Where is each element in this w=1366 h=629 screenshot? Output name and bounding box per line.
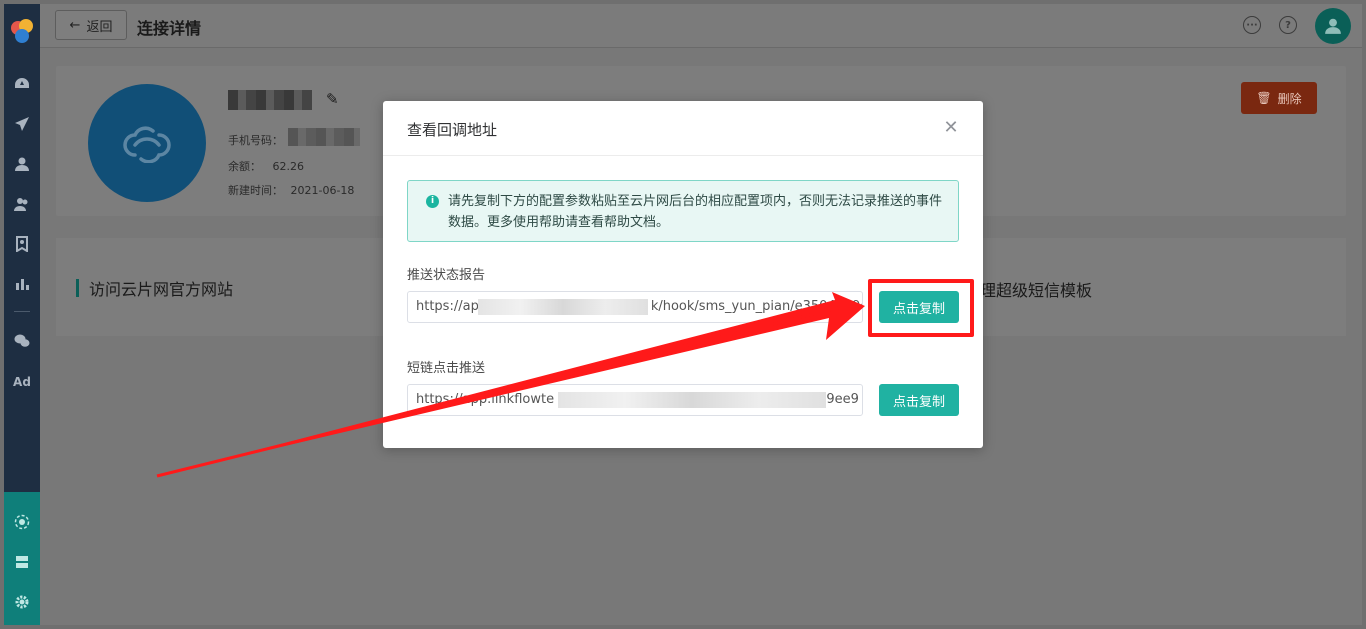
- manage-template-link[interactable]: 理超级短信模板: [980, 277, 1092, 301]
- server-icon[interactable]: [12, 552, 32, 572]
- delete-button-label: 删除: [1277, 91, 1302, 106]
- help-icon[interactable]: ?: [1279, 16, 1297, 34]
- redacted-url-segment: [478, 299, 648, 315]
- bookmark-icon[interactable]: [12, 234, 32, 254]
- report-url-input[interactable]: https://ap k/hook/sms_yun_pian/e3504a39ee…: [407, 291, 863, 323]
- chat-icon[interactable]: ···: [1243, 16, 1261, 34]
- back-button-label: 返回: [86, 19, 113, 35]
- page-title: 连接详情: [137, 19, 202, 38]
- visit-website-label: 访问云片网官方网站: [89, 280, 234, 299]
- phone-label: 手机号码：: [228, 134, 283, 147]
- info-icon: i: [426, 195, 439, 208]
- edit-icon[interactable]: ✎: [326, 90, 339, 108]
- top-bar: ← 返回 连接详情 ··· ?: [40, 4, 1362, 48]
- created-label: 新建时间：: [228, 184, 283, 197]
- user-avatar-icon: [1325, 18, 1341, 34]
- accent-bar: [76, 279, 79, 297]
- brand-logo-icon[interactable]: [10, 18, 34, 44]
- modal-title: 查看回调地址: [407, 121, 498, 139]
- avatar[interactable]: [1315, 8, 1351, 44]
- arrow-left-icon: ←: [69, 17, 81, 33]
- gear-icon[interactable]: [12, 592, 32, 612]
- back-button[interactable]: ← 返回: [55, 10, 127, 40]
- redacted-url-segment-2: [558, 392, 826, 408]
- report-url-start: https://ap: [416, 299, 479, 314]
- sidebar: Ad: [4, 4, 40, 625]
- ads-nav-item[interactable]: Ad: [10, 375, 34, 389]
- close-icon[interactable]: ✕: [942, 119, 960, 137]
- send-icon[interactable]: [12, 114, 32, 134]
- modal-header: 查看回调地址 ✕: [383, 101, 983, 156]
- report-url-end: k/hook/sms_yun_pian/e3504a39ee9: [650, 299, 863, 314]
- sidebar-bottom-panel: [4, 492, 40, 625]
- redacted-phone: [288, 128, 360, 146]
- trash-icon: 🗑: [1256, 91, 1272, 105]
- visit-website-link[interactable]: 访问云片网官方网站: [76, 276, 233, 300]
- callback-url-modal: 查看回调地址 ✕ i 请先复制下方的配置参数粘贴至云片网后台的相应配置项内，否则…: [383, 101, 983, 448]
- shortlink-url-input[interactable]: https://app.linkflowte 29ee9: [407, 384, 863, 416]
- annotation-highlight-box: [868, 279, 974, 337]
- connection-logo: [88, 84, 206, 202]
- sidebar-divider: [14, 311, 30, 312]
- report-label: 推送状态报告: [407, 268, 486, 283]
- alert-text: 请先复制下方的配置参数粘贴至云片网后台的相应配置项内，否则无法记录推送的事件数据…: [448, 194, 943, 230]
- delete-button[interactable]: 🗑 删除: [1241, 82, 1317, 114]
- info-alert: i 请先复制下方的配置参数粘贴至云片网后台的相应配置项内，否则无法记录推送的事件…: [407, 180, 959, 242]
- wechat-icon[interactable]: [12, 331, 32, 351]
- users-group-icon[interactable]: [12, 194, 32, 214]
- copy-shortlink-url-button[interactable]: 点击复制: [879, 384, 959, 416]
- created-line: 新建时间： 2021-06-18: [228, 182, 354, 198]
- created-value: 2021-06-18: [290, 184, 355, 197]
- user-icon[interactable]: [12, 154, 32, 174]
- dashboard-icon[interactable]: [12, 74, 32, 94]
- shortlink-label: 短链点击推送: [407, 361, 486, 376]
- cloud-logo-icon: [123, 126, 171, 163]
- shortlink-url-start: https://app.linkflowte: [416, 392, 555, 407]
- redacted-name: [228, 90, 312, 110]
- balance-line: 余额： 62.26: [228, 158, 304, 174]
- balance-label: 余额：: [228, 160, 261, 173]
- bar-chart-icon[interactable]: [12, 274, 32, 294]
- integration-icon[interactable]: [12, 512, 32, 532]
- balance-value: 62.26: [272, 160, 305, 173]
